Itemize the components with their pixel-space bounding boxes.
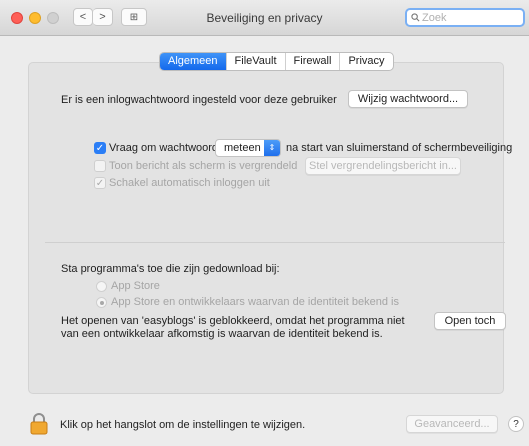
require-password-label: Vraag om wachtwoord <box>109 142 219 154</box>
show-message-label: Toon bericht als scherm is vergrendeld <box>109 160 298 172</box>
close-window-button[interactable] <box>11 12 23 24</box>
tab-firewall[interactable]: Firewall <box>284 53 340 70</box>
show-all-button[interactable]: ⊞ <box>121 8 147 26</box>
delay-selected-value: meteen <box>224 142 261 154</box>
radio-app-store-and-developers-label: App Store en ontwikkelaars waarvan de id… <box>111 296 400 308</box>
lock-hint-text: Klik op het hangslot om de instellingen … <box>60 419 306 431</box>
show-message-checkbox[interactable] <box>94 160 106 172</box>
lock-icon[interactable] <box>30 413 48 435</box>
grid-icon: ⊞ <box>129 11 139 23</box>
downloads-heading: Sta programma's toe die zijn gedownload … <box>61 263 280 275</box>
open-anyway-button[interactable]: Open toch <box>434 312 506 330</box>
login-password-text: Er is een inlogwachtwoord ingesteld voor… <box>61 94 337 106</box>
require-password-suffix: na start van sluimerstand of schermbevei… <box>286 142 513 154</box>
chevron-right-icon: > <box>99 11 106 23</box>
chevron-updown-icon: ⇕ <box>264 140 280 156</box>
minimize-window-button[interactable] <box>29 12 41 24</box>
radio-app-store-and-developers[interactable] <box>96 297 107 308</box>
zoom-window-button[interactable] <box>47 12 59 24</box>
search-input[interactable] <box>420 11 522 24</box>
blocked-app-message-line2: van een ontwikkelaar afkomstig is waarva… <box>61 328 383 340</box>
help-icon: ? <box>513 418 519 430</box>
tab-privacy[interactable]: Privacy <box>339 53 392 70</box>
section-divider <box>45 242 505 243</box>
checkmark-icon: ✓ <box>95 177 105 189</box>
search-field[interactable] <box>405 8 525 27</box>
change-password-button[interactable]: Wijzig wachtwoord... <box>348 90 468 108</box>
tab-filevault[interactable]: FileVault <box>225 53 285 70</box>
require-password-checkbox[interactable]: ✓ <box>94 142 106 154</box>
disable-auto-login-checkbox[interactable]: ✓ <box>94 177 106 189</box>
checkmark-icon: ✓ <box>95 142 105 154</box>
search-icon <box>411 13 420 22</box>
chevron-left-icon: < <box>79 11 87 23</box>
title-bar: < > ⊞ Beveiliging en privacy <box>0 0 529 36</box>
radio-app-store[interactable] <box>96 281 107 292</box>
radio-app-store-label: App Store <box>111 280 160 292</box>
content-panel <box>28 62 504 394</box>
forward-button[interactable]: > <box>93 8 113 26</box>
set-lock-message-button[interactable]: Stel vergrendelingsbericht in... <box>305 157 461 175</box>
tab-bar: Algemeen FileVault Firewall Privacy <box>159 52 394 71</box>
blocked-app-message-line1: Het openen van 'easyblogs' is geblokkeer… <box>61 315 405 327</box>
tab-algemeen[interactable]: Algemeen <box>160 53 226 70</box>
back-button[interactable]: < <box>73 8 93 26</box>
help-button[interactable]: ? <box>508 416 524 432</box>
advanced-button[interactable]: Geavanceerd... <box>406 415 498 433</box>
require-password-delay-select[interactable]: meteen ⇕ <box>215 139 281 157</box>
disable-auto-login-label: Schakel automatisch inloggen uit <box>109 177 270 189</box>
